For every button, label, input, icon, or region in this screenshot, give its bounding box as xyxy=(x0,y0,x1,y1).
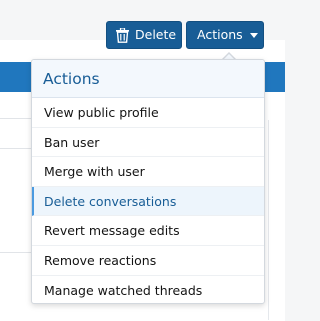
delete-button-label: Delete xyxy=(135,27,177,42)
menu-item-merge-with-user[interactable]: Merge with user xyxy=(32,157,264,187)
menu-item-view-public-profile[interactable]: View public profile xyxy=(32,98,264,128)
menu-item-manage-watched-threads[interactable]: Manage watched threads xyxy=(32,276,264,306)
menu-item-delete-conversations[interactable]: Delete conversations xyxy=(32,186,264,217)
menu-item-revert-message-edits[interactable]: Revert message edits xyxy=(32,216,264,246)
menu-list: View public profile Ban user Merge with … xyxy=(32,98,264,305)
caret-down-icon xyxy=(249,32,258,38)
page: Delete Actions Actions View public profi… xyxy=(0,0,300,321)
menu-item-remove-reactions[interactable]: Remove reactions xyxy=(32,246,264,276)
actions-button-label: Actions xyxy=(197,27,243,42)
menu-title: Actions xyxy=(32,60,264,98)
trash-icon xyxy=(116,27,129,43)
actions-button[interactable]: Actions xyxy=(186,21,264,49)
actions-menu: Actions View public profile Ban user Mer… xyxy=(31,59,265,304)
menu-item-ban-user[interactable]: Ban user xyxy=(32,128,264,158)
delete-button[interactable]: Delete xyxy=(106,21,182,49)
background-divider xyxy=(268,120,269,320)
